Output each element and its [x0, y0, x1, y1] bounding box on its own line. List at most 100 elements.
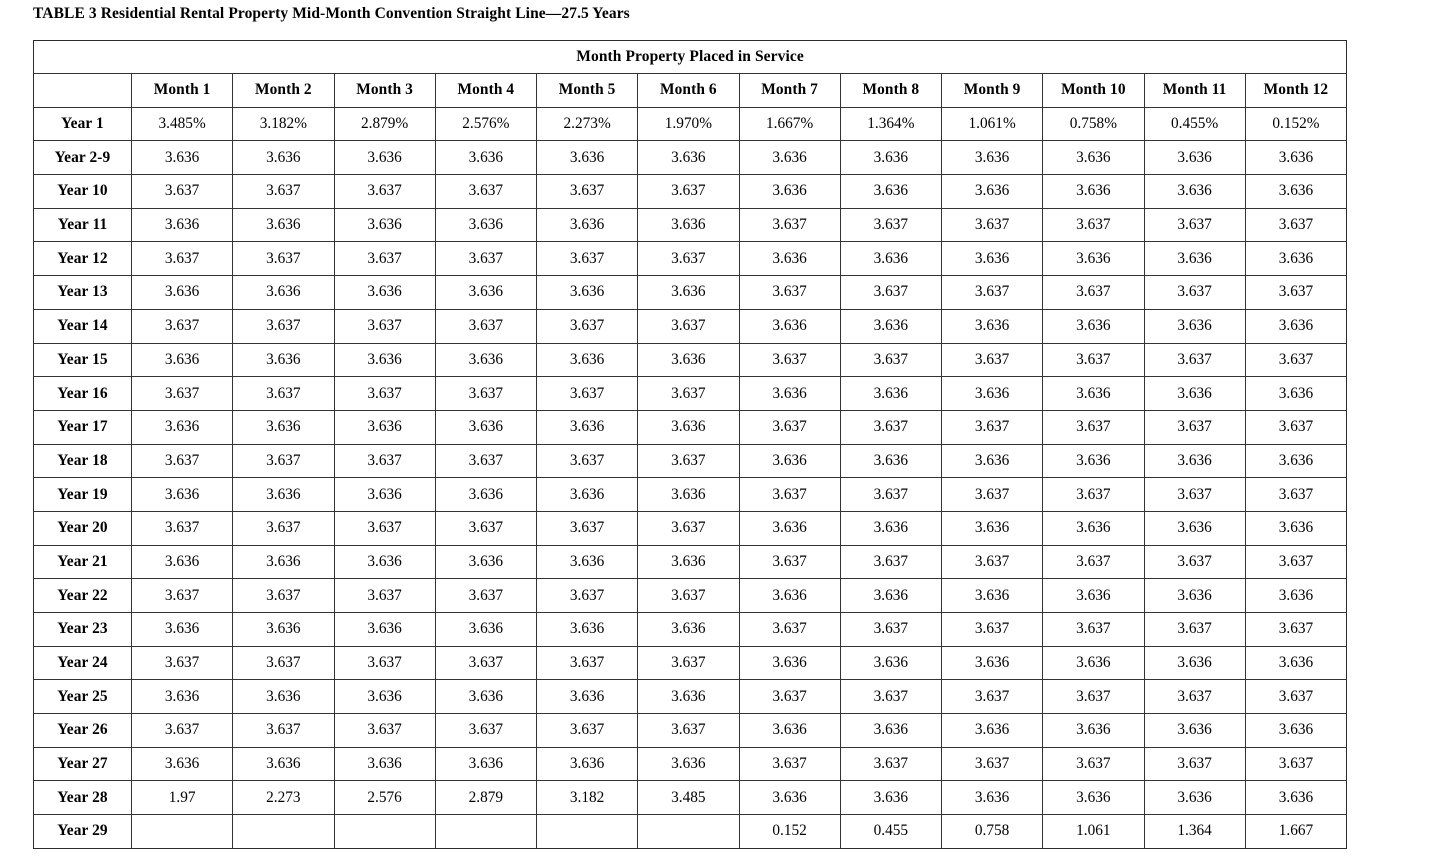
- table-cell: 3.636: [232, 612, 335, 647]
- table-cell: 3.636: [1143, 241, 1246, 277]
- table-row: Year 25 3.636 3.636 3.636 3.636 3.636 3.636 3.6…: [33, 679, 1347, 715]
- table-cell: 3.636: [535, 544, 639, 580]
- table-cell: 3.636: [637, 342, 740, 378]
- table-cell: 3.637: [1042, 612, 1145, 647]
- table-cell: 3.182%: [232, 106, 335, 142]
- table-cell: 3.636: [940, 308, 1044, 344]
- row-label: Year 18: [33, 443, 132, 479]
- table-cell: 1.970%: [637, 106, 740, 142]
- table-cell: 3.637: [535, 241, 639, 277]
- table-caption: TABLE 3 Residential Rental Property Mid-…: [33, 5, 630, 22]
- table-cell: 3.636: [1143, 174, 1246, 209]
- table-cell: 3.637: [1042, 679, 1145, 715]
- table-cell: 3.636: [1042, 578, 1145, 613]
- table-cell: [637, 814, 740, 849]
- table-cell: 3.637: [1042, 342, 1145, 378]
- table-cell: 3.637: [940, 275, 1044, 310]
- table-cell: 1.97: [130, 780, 234, 816]
- table-cell: 3.636: [434, 477, 538, 512]
- table-cell: 3.636: [1244, 510, 1347, 546]
- table-cell: 3.636: [637, 544, 740, 580]
- table-cell: 3.637: [535, 510, 639, 546]
- table-cell: 3.636: [333, 477, 436, 512]
- table-cell: 3.637: [738, 679, 841, 715]
- table-cell: 3.636: [434, 544, 538, 580]
- table-cell: 3.636: [130, 409, 234, 445]
- column-header-month-11: Month 11: [1143, 73, 1246, 108]
- table-cell: 3.636: [940, 174, 1044, 209]
- table-cell: 3.636: [637, 409, 740, 445]
- table-cell: 3.637: [738, 612, 841, 647]
- table-cell: 3.636: [637, 207, 740, 243]
- table-cell: 3.636: [738, 713, 841, 748]
- table-cell: 3.636: [434, 746, 538, 782]
- table-cell: 3.636: [738, 780, 841, 816]
- column-header-month-8: Month 8: [839, 73, 943, 108]
- table-cell: 3.637: [637, 308, 740, 344]
- row-label: Year 13: [33, 275, 132, 310]
- table-cell: 3.637: [1143, 544, 1246, 580]
- table-cell: 3.637: [637, 645, 740, 681]
- table-cell: 3.636: [940, 376, 1044, 411]
- table-cell: 3.636: [940, 713, 1044, 748]
- table-cell: 3.637: [839, 544, 943, 580]
- table-body: Year 1 3.485% 3.182% 2.879% 2.576% 2.273% 1.97…: [33, 106, 1347, 849]
- table-cell: 3.637: [839, 477, 943, 512]
- table-cell: 3.637: [434, 308, 538, 344]
- table-cell: 3.636: [940, 645, 1044, 681]
- table-cell: 3.637: [434, 578, 538, 613]
- table-cell: 3.636: [333, 207, 436, 243]
- table-cell: 0.152%: [1244, 106, 1347, 142]
- table-cell: 1.364: [1143, 814, 1246, 849]
- table-cell: 3.637: [637, 713, 740, 748]
- row-label: Year 20: [33, 510, 132, 546]
- table-cell: 3.637: [637, 443, 740, 479]
- table-row: Year 23 3.636 3.636 3.636 3.636 3.636 3.636 3.6…: [33, 612, 1347, 647]
- header-corner-cell: [33, 73, 132, 108]
- table-cell: 3.637: [839, 207, 943, 243]
- table-cell: 3.636: [940, 780, 1044, 816]
- table-cell: 3.637: [940, 612, 1044, 647]
- table-row: Year 28 1.97 2.273 2.576 2.879 3.182 3.485 3.63…: [33, 780, 1347, 816]
- column-header-month-9: Month 9: [940, 73, 1044, 108]
- table-cell: 3.636: [434, 275, 538, 310]
- table-cell: 3.636: [1143, 578, 1246, 613]
- table-cell: 3.636: [637, 746, 740, 782]
- table-cell: 2.576%: [434, 106, 538, 142]
- table-cell: 3.636: [535, 207, 639, 243]
- table-row: Year 29 0.152 0.455 0.758 1.061 1.364 1.667: [33, 814, 1347, 849]
- table-cell: 3.636: [232, 679, 335, 715]
- table-cell: 3.636: [130, 275, 234, 310]
- table-cell: 3.636: [1042, 140, 1145, 176]
- table-cell: 3.636: [130, 342, 234, 378]
- column-header-month-1: Month 1: [130, 73, 234, 108]
- table-cell: 3.636: [1244, 241, 1347, 277]
- table-cell: 2.879%: [333, 106, 436, 142]
- table-cell: 3.636: [940, 578, 1044, 613]
- row-label: Year 16: [33, 376, 132, 411]
- table-cell: 3.637: [940, 207, 1044, 243]
- table-cell: 3.636: [333, 275, 436, 310]
- table-cell: 3.636: [738, 241, 841, 277]
- table-cell: 3.637: [1244, 477, 1347, 512]
- table-cell: 3.636: [333, 544, 436, 580]
- table-row: Year 13 3.636 3.636 3.636 3.636 3.636 3.636 3.6…: [33, 275, 1347, 310]
- table-cell: 3.636: [232, 746, 335, 782]
- table-cell: 0.455%: [1143, 106, 1246, 142]
- table-cell: 3.637: [1143, 477, 1246, 512]
- table-cell: 3.636: [1042, 241, 1145, 277]
- table-cell: 3.637: [130, 443, 234, 479]
- table-cell: 3.636: [637, 477, 740, 512]
- row-label: Year 24: [33, 645, 132, 681]
- table-cell: 3.637: [333, 645, 436, 681]
- row-label: Year 27: [33, 746, 132, 782]
- table-cell: [535, 814, 639, 849]
- table-cell: 3.637: [232, 510, 335, 546]
- table-row: Year 17 3.636 3.636 3.636 3.636 3.636 3.636 3.6…: [33, 409, 1347, 445]
- table-cell: 3.637: [1143, 207, 1246, 243]
- column-header-month-4: Month 4: [434, 73, 538, 108]
- table-cell: 3.637: [130, 510, 234, 546]
- table-cell: 3.636: [535, 275, 639, 310]
- table-cell: 3.637: [434, 713, 538, 748]
- table-cell: 3.636: [738, 578, 841, 613]
